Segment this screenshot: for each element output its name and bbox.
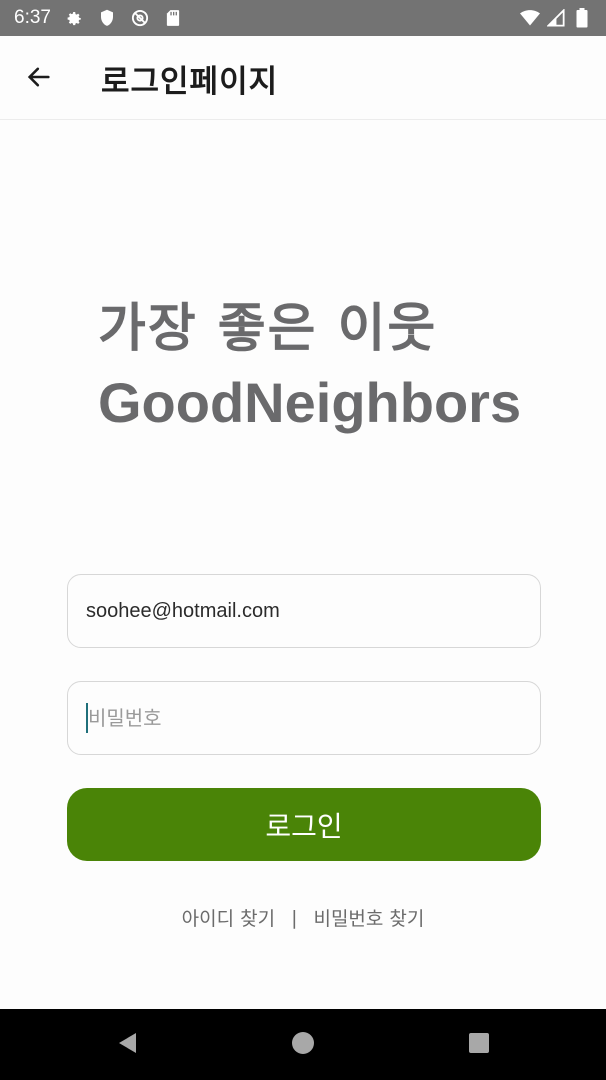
email-field[interactable]: [67, 574, 541, 648]
arrow-left-icon: [25, 63, 53, 95]
nav-recents-button[interactable]: [465, 1031, 493, 1059]
password-field[interactable]: [67, 681, 541, 755]
nav-home-button[interactable]: [289, 1031, 317, 1059]
status-left: 6:37: [14, 7, 183, 29]
gear-icon: [64, 8, 84, 28]
status-time: 6:37: [14, 7, 51, 28]
find-password-link[interactable]: 비밀번호 찾기: [313, 904, 424, 931]
back-triangle-icon: [116, 1031, 140, 1059]
status-bar: 6:37: [0, 0, 606, 36]
link-separator: |: [291, 906, 298, 929]
login-button[interactable]: 로그인: [67, 788, 541, 861]
headline-korean: 가장 좋은 이웃: [98, 299, 438, 359]
shield-icon: [97, 8, 117, 28]
page-title: 로그인페이지: [101, 64, 279, 100]
signal-icon: [546, 8, 566, 28]
at-sign-icon: [130, 8, 150, 28]
status-right: [520, 8, 592, 28]
nav-back-button[interactable]: [114, 1031, 142, 1059]
password-input[interactable]: [87, 706, 540, 730]
sd-card-icon: [163, 8, 183, 28]
email-input[interactable]: [86, 599, 540, 623]
system-nav-bar: [0, 1009, 606, 1080]
home-circle-icon: [291, 1031, 315, 1059]
recents-square-icon: [468, 1032, 490, 1058]
wifi-icon: [520, 8, 540, 28]
find-id-link[interactable]: 아이디 찾기: [182, 904, 275, 931]
account-links: 아이디 찾기 | 비밀번호 찾기: [0, 904, 606, 931]
battery-icon: [572, 8, 592, 28]
back-button[interactable]: [22, 62, 56, 96]
headline-brand: GoodNeighbors: [98, 371, 522, 434]
headline: 가장 좋은 이웃 GoodNeighbors: [98, 292, 558, 440]
app-bar: 로그인페이지: [0, 36, 606, 120]
